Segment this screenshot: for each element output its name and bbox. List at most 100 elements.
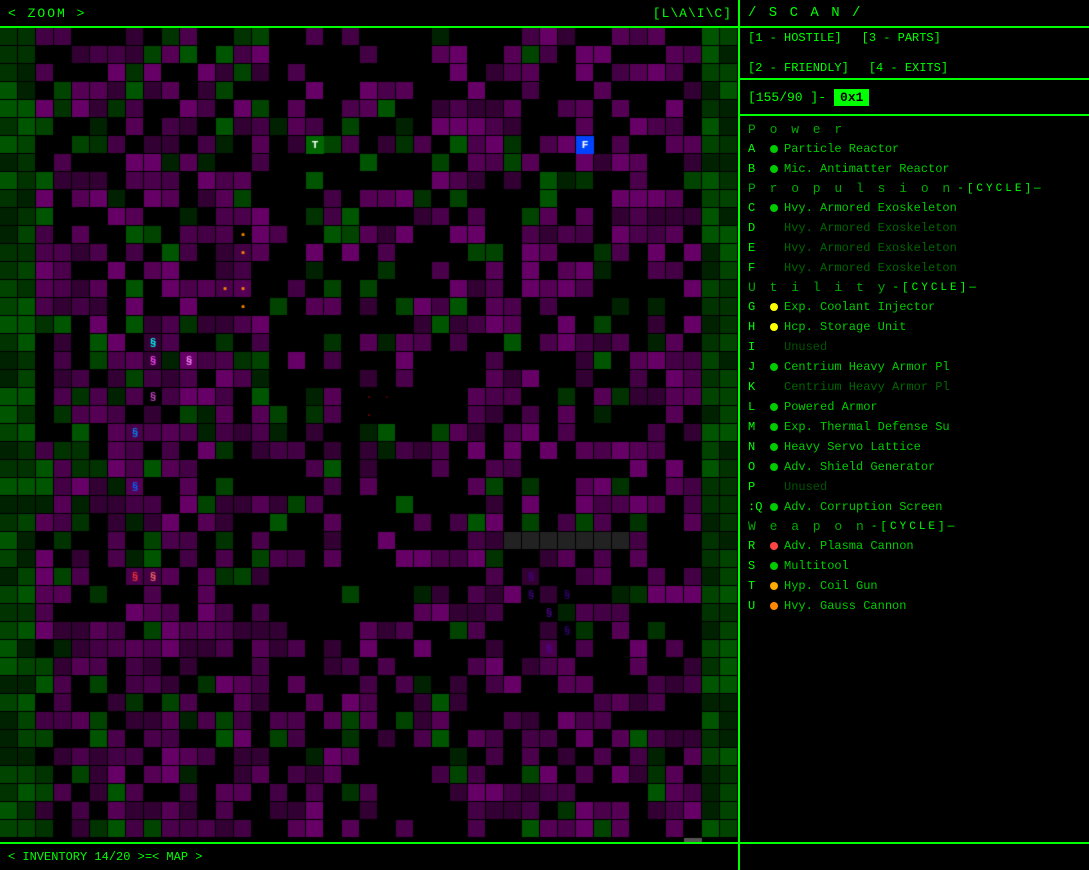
dot-m <box>770 423 778 431</box>
dot-n <box>770 443 778 451</box>
health-multiplier: 0x1 <box>834 89 869 106</box>
part-item-l[interactable]: L Powered Armor <box>740 397 1089 417</box>
scan-title: / S C A N / <box>748 5 862 21</box>
part-item-r[interactable]: R Adv. Plasma Cannon <box>740 536 1089 556</box>
dot-l <box>770 403 778 411</box>
key-c: C <box>748 199 764 217</box>
dot-t <box>770 582 778 590</box>
key-u: U <box>748 597 764 615</box>
part-item-g[interactable]: G Exp. Coolant Injector <box>740 297 1089 317</box>
key-p: P <box>748 478 764 496</box>
part-item-o[interactable]: O Adv. Shield Generator <box>740 457 1089 477</box>
part-name-a: Particle Reactor <box>784 140 899 158</box>
utility-title: U t i l i t y <box>748 280 888 295</box>
key-d: D <box>748 219 764 237</box>
key-m: M <box>748 418 764 436</box>
part-item-a[interactable]: A Particle Reactor <box>740 139 1089 159</box>
health-current: [155/90 ]- <box>748 90 826 105</box>
laic-label: [L\A\I\C] <box>653 6 732 21</box>
part-name-l: Powered Armor <box>784 398 878 416</box>
dot-u <box>770 602 778 610</box>
scan-options: [1 - HOSTILE] [3 - PARTS] [2 - FRIENDLY]… <box>740 28 1089 80</box>
scan-hostile[interactable]: [1 - HOSTILE] <box>748 31 842 45</box>
part-name-s: Multitool <box>784 557 849 575</box>
part-item-n[interactable]: N Heavy Servo Lattice <box>740 437 1089 457</box>
key-h: H <box>748 318 764 336</box>
part-name-k: Centrium Heavy Armor Pl <box>784 378 950 396</box>
weapon-cycle: -[CYCLE]— <box>871 521 957 533</box>
scan-row-1: [1 - HOSTILE] [3 - PARTS] <box>748 31 1081 45</box>
part-name-r: Adv. Plasma Cannon <box>784 537 914 555</box>
part-item-u[interactable]: U Hvy. Gauss Cannon <box>740 596 1089 616</box>
parts-list[interactable]: P o w e r A Particle Reactor B Mic. Anti… <box>740 116 1089 842</box>
part-item-c[interactable]: C Hvy. Armored Exoskeleton <box>740 198 1089 218</box>
part-name-j: Centrium Heavy Armor Pl <box>784 358 950 376</box>
part-name-c: Hvy. Armored Exoskeleton <box>784 199 957 217</box>
scan-header: / S C A N / <box>740 0 1089 28</box>
dot-a <box>770 145 778 153</box>
top-bar: < ZOOM > [L\A\I\C] <box>0 0 740 28</box>
dot-j <box>770 363 778 371</box>
dot-s <box>770 562 778 570</box>
sidebar: / S C A N / [1 - HOSTILE] [3 - PARTS] [2… <box>740 0 1089 870</box>
part-name-h: Hcp. Storage Unit <box>784 318 906 336</box>
scan-exits[interactable]: [4 - EXITS] <box>869 61 948 75</box>
main-container: < ZOOM > [L\A\I\C] < INVENTORY 14/20 > =… <box>0 0 1089 870</box>
part-name-g: Exp. Coolant Injector <box>784 298 935 316</box>
key-t: T <box>748 577 764 595</box>
part-item-e[interactable]: E Hvy. Armored Exoskeleton <box>740 238 1089 258</box>
power-title: P o w e r <box>748 122 845 137</box>
part-item-t[interactable]: T Hyp. Coil Gun <box>740 576 1089 596</box>
key-j: J <box>748 358 764 376</box>
part-item-q[interactable]: :Q Adv. Corruption Screen <box>740 497 1089 517</box>
zoom-label: < ZOOM > <box>8 6 86 21</box>
part-item-b[interactable]: B Mic. Antimatter Reactor <box>740 159 1089 179</box>
part-item-d[interactable]: D Hvy. Armored Exoskeleton <box>740 218 1089 238</box>
key-b: B <box>748 160 764 178</box>
part-item-k[interactable]: K Centrium Heavy Armor Pl <box>740 377 1089 397</box>
inventory-label[interactable]: < INVENTORY 14/20 > <box>8 850 145 864</box>
section-utility: U t i l i t y -[CYCLE]— <box>740 278 1089 297</box>
key-l: L <box>748 398 764 416</box>
key-o: O <box>748 458 764 476</box>
part-item-h[interactable]: H Hcp. Storage Unit <box>740 317 1089 337</box>
utility-cycle: -[CYCLE]— <box>892 282 978 294</box>
part-item-f[interactable]: F Hvy. Armored Exoskeleton <box>740 258 1089 278</box>
key-k: K <box>748 378 764 396</box>
part-item-m[interactable]: M Exp. Thermal Defense Su <box>740 417 1089 437</box>
map-label[interactable]: =< MAP > <box>145 850 203 864</box>
dot-b <box>770 165 778 173</box>
dot-c <box>770 204 778 212</box>
part-name-m: Exp. Thermal Defense Su <box>784 418 950 436</box>
propulsion-title: P r o p u l s i o n <box>748 181 953 196</box>
dot-h <box>770 323 778 331</box>
section-power: P o w e r <box>740 120 1089 139</box>
key-q: :Q <box>748 498 764 516</box>
section-propulsion: P r o p u l s i o n -[CYCLE]— <box>740 179 1089 198</box>
part-name-o: Adv. Shield Generator <box>784 458 935 476</box>
part-item-i[interactable]: I Unused <box>740 337 1089 357</box>
part-name-f: Hvy. Armored Exoskeleton <box>784 259 957 277</box>
dot-r <box>770 542 778 550</box>
part-name-q: Adv. Corruption Screen <box>784 498 942 516</box>
bottom-bar: < INVENTORY 14/20 > =< MAP > <box>0 842 740 870</box>
part-name-d: Hvy. Armored Exoskeleton <box>784 219 957 237</box>
part-name-b: Mic. Antimatter Reactor <box>784 160 950 178</box>
scan-friendly[interactable]: [2 - FRIENDLY] <box>748 61 849 75</box>
key-s: S <box>748 557 764 575</box>
part-name-t: Hyp. Coil Gun <box>784 577 878 595</box>
propulsion-cycle: -[CYCLE]— <box>957 183 1043 195</box>
weapon-title: W e a p o n <box>748 519 867 534</box>
part-item-s[interactable]: ▶ S Multitool <box>740 556 1089 576</box>
dot-o <box>770 463 778 471</box>
part-item-j[interactable]: J Centrium Heavy Armor Pl <box>740 357 1089 377</box>
key-f: F <box>748 259 764 277</box>
key-i: I <box>748 338 764 356</box>
game-area: < ZOOM > [L\A\I\C] < INVENTORY 14/20 > =… <box>0 0 740 870</box>
part-name-u: Hvy. Gauss Cannon <box>784 597 906 615</box>
scan-parts[interactable]: [3 - PARTS] <box>862 31 941 45</box>
part-name-n: Heavy Servo Lattice <box>784 438 921 456</box>
part-item-p[interactable]: P Unused <box>740 477 1089 497</box>
part-name-e: Hvy. Armored Exoskeleton <box>784 239 957 257</box>
scan-row-2: [2 - FRIENDLY] [4 - EXITS] <box>748 61 1081 75</box>
